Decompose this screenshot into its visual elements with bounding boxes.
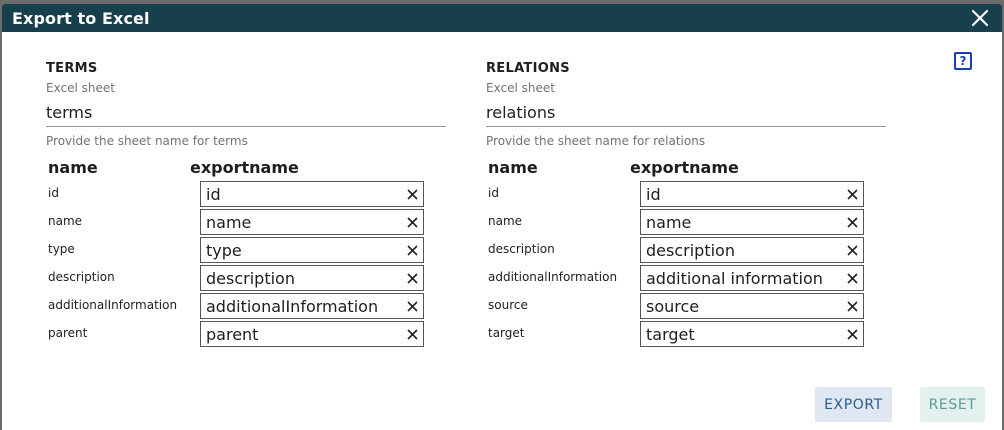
terms-row-description: description — [46, 265, 466, 291]
export-name-box — [640, 293, 864, 319]
export-name-input[interactable] — [206, 183, 402, 205]
dialog-title: Export to Excel — [12, 9, 150, 28]
export-name-box — [640, 265, 864, 291]
terms-row-name: name — [46, 209, 466, 235]
relations-col-export-header: exportname — [630, 158, 739, 177]
clear-icon[interactable] — [407, 329, 418, 340]
terms-title: TERMS — [46, 61, 98, 76]
terms-sheet-help: Provide the sheet name for terms — [46, 134, 248, 148]
relations-row-description: description — [486, 237, 906, 263]
field-name: type — [48, 242, 75, 256]
export-name-input[interactable] — [646, 211, 842, 233]
close-icon[interactable] — [970, 8, 990, 28]
reset-button[interactable]: RESET — [920, 387, 985, 422]
field-name: source — [488, 298, 528, 312]
export-name-input[interactable] — [206, 295, 402, 317]
clear-icon[interactable] — [407, 301, 418, 312]
export-name-input[interactable] — [646, 323, 842, 345]
export-name-box — [200, 293, 424, 319]
dialog-titlebar: Export to Excel — [2, 4, 1002, 32]
export-name-box — [200, 265, 424, 291]
export-name-input[interactable] — [206, 211, 402, 233]
clear-icon[interactable] — [847, 217, 858, 228]
clear-icon[interactable] — [407, 217, 418, 228]
terms-row-parent: parent — [46, 321, 466, 347]
export-name-input[interactable] — [646, 267, 842, 289]
terms-col-export-header: exportname — [190, 158, 299, 177]
relations-row-additionalinformation: additionalInformation — [486, 265, 906, 291]
terms-row-additionalinformation: additionalInformation — [46, 293, 466, 319]
terms-col-name-header: name — [48, 158, 98, 177]
field-name: description — [488, 242, 555, 256]
export-name-box — [640, 321, 864, 347]
export-name-box — [200, 237, 424, 263]
terms-row-type: type — [46, 237, 466, 263]
export-name-box — [640, 181, 864, 207]
export-name-box — [200, 321, 424, 347]
export-name-input[interactable] — [646, 239, 842, 261]
relations-title: RELATIONS — [486, 61, 570, 76]
clear-icon[interactable] — [847, 273, 858, 284]
relations-sheet-input[interactable] — [486, 99, 886, 127]
relations-row-id: id — [486, 181, 906, 207]
export-name-box — [640, 209, 864, 235]
field-name: description — [48, 270, 115, 284]
field-name: target — [488, 326, 525, 340]
relations-row-target: target — [486, 321, 906, 347]
export-name-box — [200, 209, 424, 235]
export-name-input[interactable] — [206, 267, 402, 289]
field-name: parent — [48, 326, 88, 340]
clear-icon[interactable] — [407, 245, 418, 256]
field-name: name — [488, 214, 523, 228]
export-name-input[interactable] — [646, 183, 842, 205]
help-icon[interactable]: ? — [954, 52, 972, 70]
export-name-input[interactable] — [206, 323, 402, 345]
terms-sheet-label: Excel sheet — [46, 81, 115, 95]
field-name: name — [48, 214, 83, 228]
export-name-box — [640, 237, 864, 263]
terms-sheet-input[interactable] — [46, 99, 446, 127]
field-name: id — [48, 186, 59, 200]
relations-sheet-label: Excel sheet — [486, 81, 555, 95]
clear-icon[interactable] — [847, 329, 858, 340]
terms-row-id: id — [46, 181, 466, 207]
export-button[interactable]: EXPORT — [815, 387, 892, 422]
relations-sheet-help: Provide the sheet name for relations — [486, 134, 706, 148]
clear-icon[interactable] — [847, 301, 858, 312]
export-name-input[interactable] — [646, 295, 842, 317]
field-name: id — [488, 186, 499, 200]
clear-icon[interactable] — [407, 273, 418, 284]
clear-icon[interactable] — [847, 189, 858, 200]
relations-col-name-header: name — [488, 158, 538, 177]
clear-icon[interactable] — [847, 245, 858, 256]
export-name-box — [200, 181, 424, 207]
field-name: additionalInformation — [48, 298, 178, 312]
export-name-input[interactable] — [206, 239, 402, 261]
relations-row-name: name — [486, 209, 906, 235]
clear-icon[interactable] — [407, 189, 418, 200]
relations-row-source: source — [486, 293, 906, 319]
field-name: additionalInformation — [488, 270, 618, 284]
export-dialog: Export to Excel ? TERMS Excel sheet Prov… — [2, 4, 1002, 430]
